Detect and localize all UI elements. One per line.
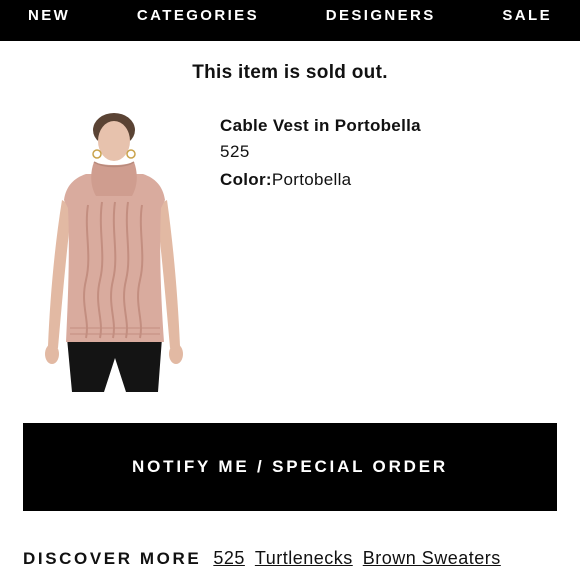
product-photo-illustration (45, 113, 183, 392)
nav-item-categories[interactable]: CATEGORIES (137, 8, 259, 33)
discover-link-brown-sweaters[interactable]: Brown Sweaters (363, 548, 501, 569)
discover-link-turtlenecks[interactable]: Turtlenecks (255, 548, 353, 569)
nav-item-sale[interactable]: SALE (502, 8, 552, 33)
product-name[interactable]: Cable Vest in Portobella (220, 116, 421, 136)
discover-more-heading: DISCOVER MORE (23, 549, 202, 568)
color-label: Color: (220, 170, 272, 189)
color-value: Portobella (271, 170, 352, 189)
product-info: Cable Vest in Portobella 525 Color:Porto… (220, 116, 421, 190)
notify-me-button[interactable]: NOTIFY ME / SPECIAL ORDER (23, 423, 557, 511)
product-brand[interactable]: 525 (220, 142, 421, 162)
product-color: Color:Portobella (220, 170, 421, 190)
sold-out-notice: This item is sold out. (192, 62, 388, 83)
nav-item-new[interactable]: NEW (28, 8, 70, 33)
product-image[interactable] (40, 110, 190, 392)
top-nav: NEW CATEGORIES DESIGNERS SALE (0, 0, 580, 41)
nav-item-designers[interactable]: DESIGNERS (326, 8, 436, 33)
discover-link-525[interactable]: 525 (213, 548, 245, 569)
discover-more: DISCOVER MORE 525 Turtlenecks Brown Swea… (23, 548, 511, 569)
